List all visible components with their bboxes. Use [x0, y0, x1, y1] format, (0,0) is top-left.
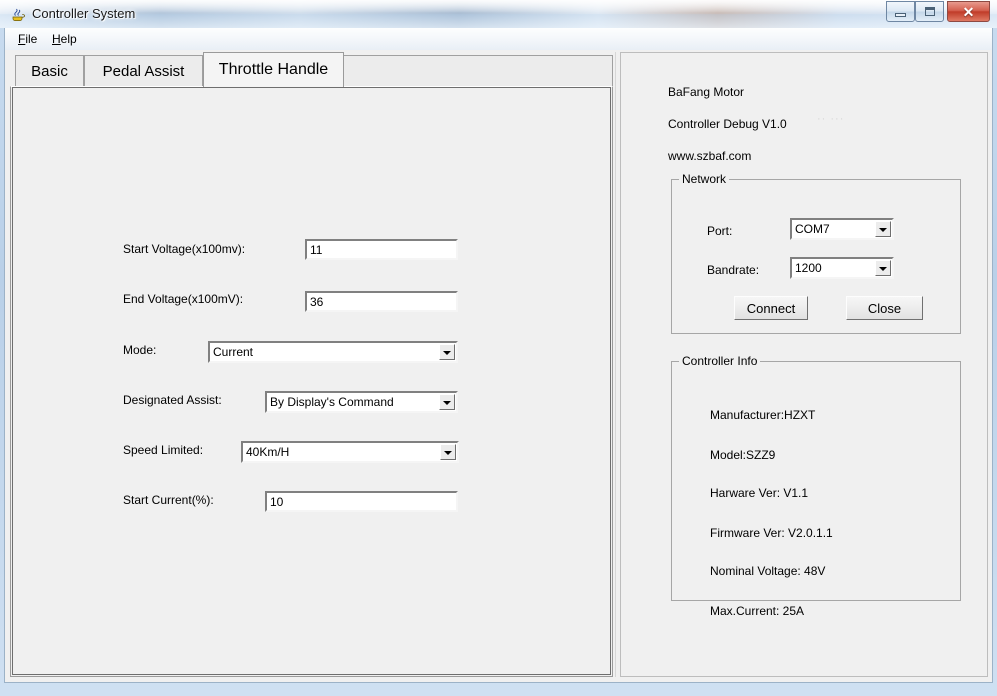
port-combobox[interactable]: COM7: [790, 218, 894, 240]
close-connection-button[interactable]: Close: [846, 296, 923, 320]
client-area: Basic Pedal Assist Throttle Handle Start…: [4, 50, 993, 683]
mode-combobox-button[interactable]: [439, 344, 455, 360]
chevron-down-icon: [879, 228, 887, 232]
info-firmware-version: Firmware Ver: V2.0.1.1: [710, 526, 833, 540]
tab-content-inner-border: [12, 87, 611, 675]
tab-pane: Basic Pedal Assist Throttle Handle Start…: [10, 52, 613, 677]
close-button[interactable]: ✕: [947, 1, 990, 22]
speed-limited-combobox-button[interactable]: [440, 444, 456, 460]
controller-info-group-title: Controller Info: [679, 354, 761, 368]
menu-help-rest: elp: [60, 32, 77, 46]
network-group: Network Port: COM7 Bandrate: 1200 Connec…: [671, 172, 961, 334]
window-title: Controller System: [32, 6, 136, 21]
end-voltage-label: End Voltage(x100mV):: [123, 292, 244, 306]
start-voltage-input[interactable]: 11: [305, 239, 458, 260]
menu-file-rest: ile: [25, 32, 38, 46]
menu-item-file[interactable]: File: [13, 31, 42, 47]
bandrate-combobox-button[interactable]: [875, 260, 891, 276]
connect-button[interactable]: Connect: [734, 296, 808, 320]
bandrate-label: Bandrate:: [707, 263, 760, 277]
close-glyph: ✕: [962, 3, 975, 20]
titlebar-glow: [0, 0, 997, 12]
designated-assist-combobox-button[interactable]: [439, 394, 455, 410]
speed-limited-label: Speed Limited:: [123, 443, 204, 457]
designated-assist-combobox-value: By Display's Command: [270, 395, 394, 409]
right-panel: BaFang Motor Controller Debug V1.0 www.s…: [620, 52, 988, 677]
chevron-down-icon: [443, 351, 451, 355]
speed-limited-combobox[interactable]: 40Km/H: [241, 441, 459, 463]
port-label: Port:: [707, 224, 733, 238]
tab-throttle-handle-label: Throttle Handle: [218, 61, 329, 78]
tab-basic-label: Basic: [31, 62, 68, 80]
menu-help-mnemonic: H: [52, 32, 61, 46]
chevron-down-icon: [444, 451, 452, 455]
tab-pedal-assist-label: Pedal Assist: [102, 62, 185, 80]
port-combobox-button[interactable]: [875, 221, 891, 237]
start-current-label: Start Current(%):: [123, 493, 214, 507]
minimize-icon: [887, 2, 914, 21]
info-manufacturer: Manufacturer:HZXT: [710, 408, 816, 422]
application-window: Controller System ✕ File Help Basic Peda…: [0, 0, 997, 696]
network-group-title: Network: [679, 172, 730, 186]
maximize-icon: [916, 2, 943, 21]
faint-watermark-text: ·· ···: [817, 113, 845, 125]
close-icon: ✕: [948, 2, 989, 21]
mode-combobox[interactable]: Current: [208, 341, 458, 363]
speed-limited-combobox-value: 40Km/H: [246, 445, 290, 459]
tab-throttle-handle[interactable]: Throttle Handle: [203, 52, 344, 87]
chevron-down-icon: [443, 401, 451, 405]
brand-line-company: BaFang Motor: [668, 85, 745, 99]
info-model: Model:SZZ9: [710, 448, 776, 462]
port-combobox-value: COM7: [795, 222, 830, 236]
start-voltage-label: Start Voltage(x100mv):: [123, 242, 246, 256]
chevron-down-icon: [879, 267, 887, 271]
brand-line-version: Controller Debug V1.0: [668, 117, 787, 131]
tab-strip-filler: [344, 55, 613, 86]
tab-pedal-assist[interactable]: Pedal Assist: [84, 55, 203, 86]
menu-bar: File Help: [4, 28, 993, 50]
minimize-button[interactable]: [886, 1, 915, 22]
connect-button-label: Connect: [746, 300, 796, 316]
panel-divider: [615, 52, 616, 677]
controller-info-group: Controller Info Manufacturer:HZXT Model:…: [671, 354, 961, 618]
brand-line-website: www.szbaf.com: [668, 149, 752, 163]
mode-label: Mode:: [123, 343, 157, 357]
tab-content-panel: Start Voltage(x100mv): 11 End Voltage(x1…: [10, 86, 613, 677]
close-connection-button-label: Close: [867, 300, 902, 316]
title-bar[interactable]: Controller System ✕: [0, 0, 997, 28]
tab-strip: Basic Pedal Assist Throttle Handle: [10, 52, 613, 87]
bandrate-combobox-value: 1200: [795, 261, 822, 275]
designated-assist-label: Designated Assist:: [123, 393, 222, 407]
start-current-input[interactable]: 10: [265, 491, 458, 512]
maximize-button[interactable]: [915, 1, 944, 22]
tab-basic[interactable]: Basic: [15, 55, 84, 86]
info-nominal-voltage: Nominal Voltage: 48V: [710, 564, 826, 578]
designated-assist-combobox[interactable]: By Display's Command: [265, 391, 458, 413]
menu-item-help[interactable]: Help: [47, 31, 82, 47]
end-voltage-input[interactable]: 36: [305, 291, 458, 312]
bandrate-combobox[interactable]: 1200: [790, 257, 894, 279]
info-hardware-version: Harware Ver: V1.1: [710, 486, 809, 500]
java-coffee-cup-icon: [12, 8, 26, 21]
mode-combobox-value: Current: [213, 345, 254, 359]
info-max-current: Max.Current: 25A: [710, 604, 805, 618]
